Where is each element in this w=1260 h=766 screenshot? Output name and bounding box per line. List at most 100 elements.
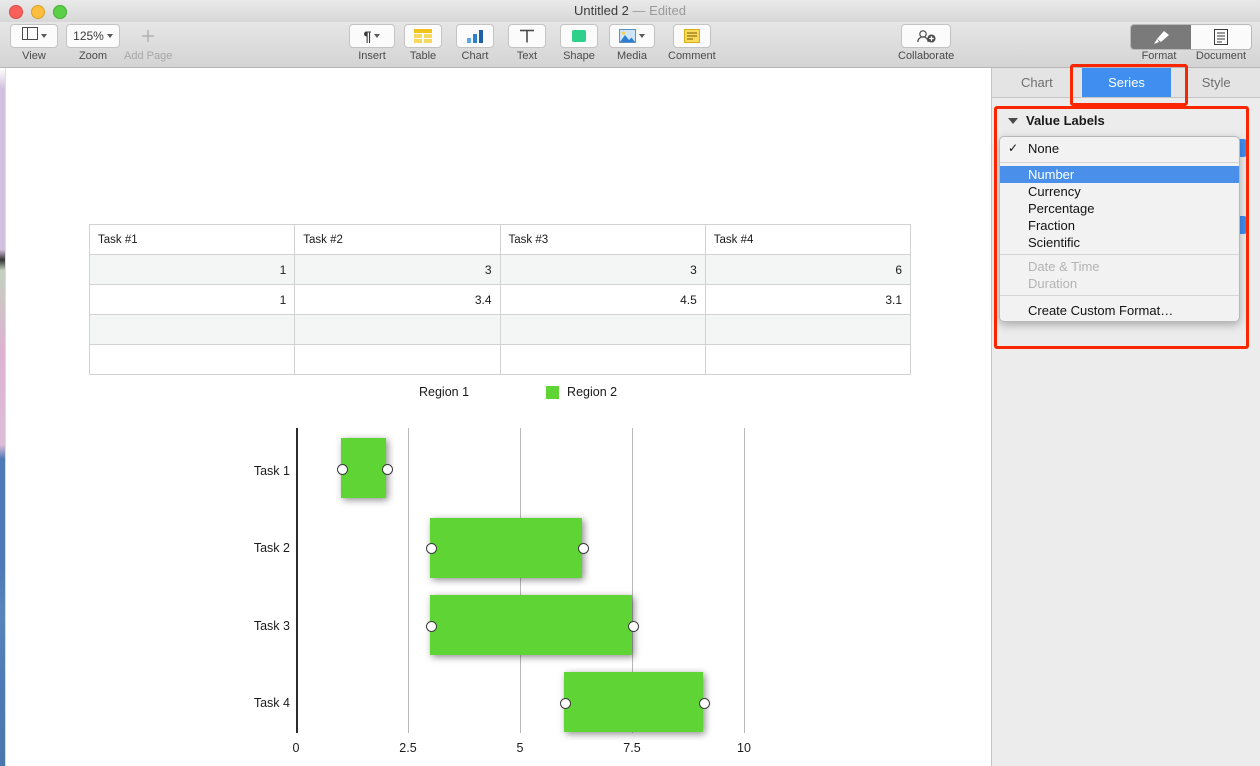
chart-bar[interactable] <box>430 518 582 578</box>
table-header-cell[interactable]: Task #3 <box>500 225 705 255</box>
toolbar-insert[interactable]: ¶ Insert <box>349 24 395 62</box>
table-header-cell[interactable]: Task #4 <box>705 225 910 255</box>
chart-x-tick: 2.5 <box>378 741 438 755</box>
toolbar-zoom-label: Zoom <box>79 50 107 62</box>
legend-entry-region-1[interactable]: Region 1 <box>398 385 469 399</box>
table-cell[interactable] <box>295 345 500 375</box>
toolbar-table[interactable]: Table <box>404 24 442 62</box>
bar-handle-end[interactable] <box>628 621 639 632</box>
bar-handle-start[interactable] <box>426 543 437 554</box>
triangle-down-icon[interactable] <box>1008 118 1018 124</box>
bar-handle-end[interactable] <box>382 464 393 475</box>
add-page-button[interactable] <box>127 24 169 48</box>
chart-x-tick: 0 <box>266 741 326 755</box>
toolbar-media[interactable]: Media <box>609 24 655 62</box>
shape-button[interactable] <box>560 24 598 48</box>
menu-item-label: Duration <box>1028 276 1077 291</box>
format-tab-button[interactable] <box>1131 25 1191 49</box>
menu-item-percentage[interactable]: Percentage <box>1000 200 1239 217</box>
table-row <box>90 345 911 375</box>
toolbar-collaborate[interactable]: Collaborate <box>898 24 954 62</box>
toolbar-view[interactable]: View <box>10 24 58 62</box>
table-cell[interactable]: 3.1 <box>705 285 910 315</box>
menu-item-currency[interactable]: Currency <box>1000 183 1239 200</box>
table-cell[interactable]: 3 <box>295 255 500 285</box>
bar-handle-end[interactable] <box>578 543 589 554</box>
tab-chart[interactable]: Chart <box>992 68 1082 97</box>
inspector-tabbar: Chart Series Style <box>992 68 1260 98</box>
toolbar-add-page[interactable]: Add Page <box>124 24 172 62</box>
bar-handle-start[interactable] <box>560 698 571 709</box>
chart-button[interactable] <box>456 24 494 48</box>
table-cell[interactable] <box>90 345 295 375</box>
table-cell[interactable] <box>705 315 910 345</box>
toolbar-text[interactable]: Text <box>508 24 546 62</box>
value-labels-format-menu[interactable]: ✓ None Number Currency Percentage Fracti… <box>999 136 1240 322</box>
menu-item-scientific[interactable]: Scientific <box>1000 234 1239 251</box>
document-title: Untitled 2 — Edited <box>0 3 1260 18</box>
zoom-button-control[interactable]: 125% <box>66 24 120 48</box>
menu-separator <box>1000 295 1239 296</box>
comment-button[interactable] <box>673 24 711 48</box>
add-person-icon <box>916 29 936 43</box>
window-titlebar: Untitled 2 — Edited <box>0 0 1260 23</box>
toolbar-view-label: View <box>22 50 46 62</box>
chart-y-axis <box>296 428 298 733</box>
document-canvas[interactable]: Task #1 Task #2 Task #3 Task #4 1 3 3 6 … <box>0 68 991 766</box>
value-labels-section-header[interactable]: Value Labels <box>1008 113 1105 128</box>
chart-legend[interactable]: Region 1 Region 2 <box>398 385 617 399</box>
view-button[interactable] <box>10 24 58 48</box>
chevron-down-icon <box>374 34 380 38</box>
collaborate-button[interactable] <box>901 24 951 48</box>
gantt-chart[interactable]: Task 1 Task 2 Task 3 Task 4 0 2.5 <box>232 423 772 766</box>
chevron-down-icon <box>41 34 47 38</box>
table-cell[interactable] <box>500 315 705 345</box>
toolbar-zoom[interactable]: 125% Zoom <box>66 24 120 62</box>
media-button[interactable] <box>609 24 655 48</box>
toolbar-chart-label: Chart <box>462 50 489 62</box>
legend-swatch-icon <box>398 386 411 399</box>
tab-style[interactable]: Style <box>1171 68 1260 97</box>
paintbrush-icon <box>1152 30 1170 45</box>
value-labels-title: Value Labels <box>1026 113 1105 128</box>
table-row <box>90 315 911 345</box>
table-cell[interactable]: 3.4 <box>295 285 500 315</box>
plus-icon <box>140 28 156 44</box>
table-cell[interactable] <box>295 315 500 345</box>
table-header-cell[interactable]: Task #2 <box>295 225 500 255</box>
main-toolbar: View 125% Zoom Add Page ¶ <box>0 22 1260 68</box>
menu-item-number[interactable]: Number <box>1000 166 1239 183</box>
table-cell[interactable]: 1 <box>90 255 295 285</box>
table-cell[interactable]: 3 <box>500 255 705 285</box>
table-cell[interactable] <box>500 345 705 375</box>
table-cell[interactable]: 6 <box>705 255 910 285</box>
bar-handle-start[interactable] <box>426 621 437 632</box>
menu-item-fraction[interactable]: Fraction <box>1000 217 1239 234</box>
table-cell[interactable] <box>705 345 910 375</box>
zoom-level-value: 125% <box>73 29 104 43</box>
document-icon <box>1214 29 1228 45</box>
bar-handle-end[interactable] <box>699 698 710 709</box>
menu-item-label: Fraction <box>1028 218 1075 233</box>
toolbar-chart[interactable]: Chart <box>456 24 494 62</box>
document-tab-button[interactable] <box>1191 25 1251 49</box>
legend-entry-region-2[interactable]: Region 2 <box>546 385 617 399</box>
menu-item-none[interactable]: ✓ None <box>1000 137 1239 159</box>
chart-x-tick: 10 <box>714 741 774 755</box>
shape-icon <box>571 29 587 43</box>
table-button[interactable] <box>404 24 442 48</box>
tab-series[interactable]: Series <box>1082 68 1172 97</box>
menu-item-create-custom-format[interactable]: Create Custom Format… <box>1000 299 1239 321</box>
table-cell[interactable]: 4.5 <box>500 285 705 315</box>
insert-button[interactable]: ¶ <box>349 24 395 48</box>
table-header-cell[interactable]: Task #1 <box>90 225 295 255</box>
chart-bar[interactable] <box>564 672 703 732</box>
table-cell[interactable]: 1 <box>90 285 295 315</box>
bar-handle-start[interactable] <box>337 464 348 475</box>
toolbar-shape[interactable]: Shape <box>560 24 598 62</box>
table-cell[interactable] <box>90 315 295 345</box>
chart-bar[interactable] <box>430 595 632 655</box>
text-button[interactable] <box>508 24 546 48</box>
data-table[interactable]: Task #1 Task #2 Task #3 Task #4 1 3 3 6 … <box>89 224 911 375</box>
toolbar-comment[interactable]: Comment <box>668 24 716 62</box>
